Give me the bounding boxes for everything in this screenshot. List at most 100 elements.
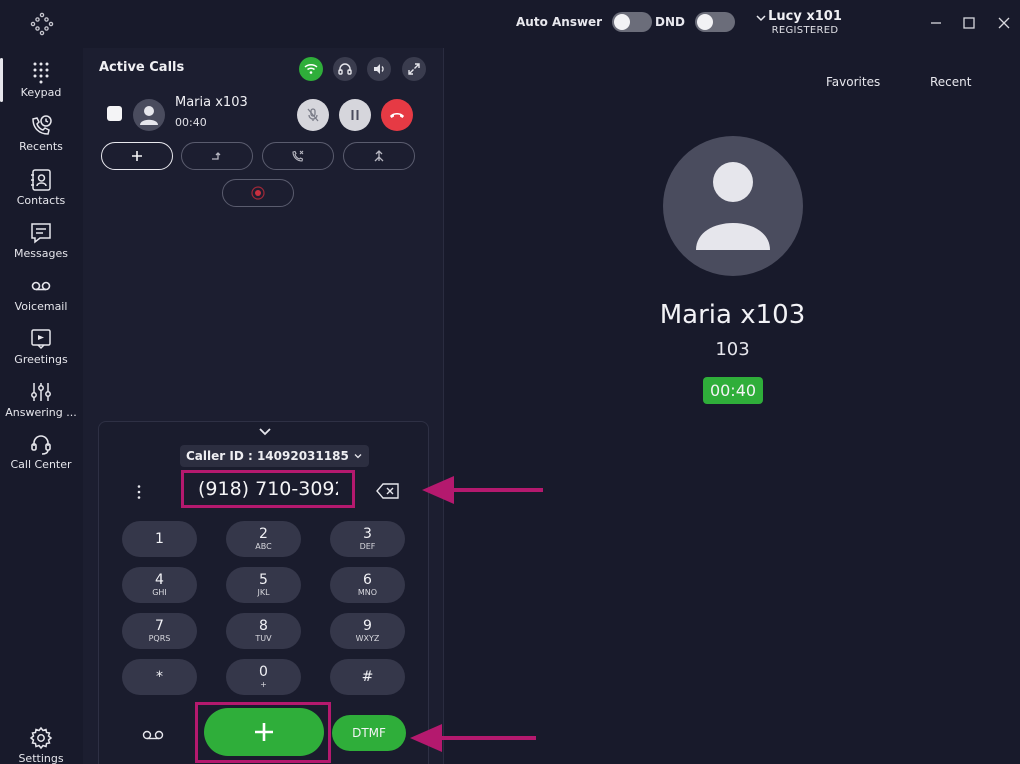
caller-id-select[interactable]: Caller ID : 14092031185 xyxy=(180,445,369,467)
nav-item-settings[interactable]: Settings xyxy=(0,726,82,764)
merge-icon xyxy=(374,150,384,162)
gear-icon xyxy=(29,726,53,750)
auto-answer-toggle[interactable] xyxy=(612,12,653,32)
plus-icon xyxy=(132,151,142,161)
dialer-panel: Caller ID : 14092031185 1 2ABC 3DEF 4GHI… xyxy=(98,421,429,764)
record-button[interactable] xyxy=(222,179,294,207)
chevron-down-icon xyxy=(354,454,362,459)
volume-button[interactable] xyxy=(367,57,391,81)
user-name: Lucy x101 xyxy=(768,9,842,24)
more-options-icon[interactable] xyxy=(136,484,142,500)
contact-name: Maria x103 xyxy=(659,300,806,330)
dial-number-input[interactable] xyxy=(181,470,355,508)
headphones-icon xyxy=(338,63,352,75)
nav-label: Answering ... xyxy=(5,406,77,419)
auto-answer-label: Auto Answer xyxy=(516,15,603,29)
nav-item-answering-rules[interactable]: Answering ... xyxy=(0,380,82,419)
nav-label: Keypad xyxy=(20,86,62,99)
mute-button[interactable] xyxy=(297,99,329,131)
network-status-button[interactable] xyxy=(299,57,323,81)
nav-item-recents[interactable]: Recents xyxy=(0,114,82,153)
tab-favorites[interactable]: Favorites xyxy=(826,75,880,89)
nav-label: Call Center xyxy=(10,458,72,471)
expand-icon xyxy=(408,63,420,75)
key-6[interactable]: 6 MNO xyxy=(330,567,405,603)
audio-device-button[interactable] xyxy=(333,57,357,81)
record-icon xyxy=(251,186,265,200)
merge-call-button[interactable] xyxy=(343,142,415,170)
close-icon[interactable] xyxy=(995,14,1013,32)
hangup-button[interactable] xyxy=(381,99,413,131)
nav-item-call-center[interactable]: Call Center xyxy=(0,432,82,471)
call-duration: 00:40 xyxy=(175,116,207,129)
key-8[interactable]: 8 TUV xyxy=(226,613,301,649)
call-detail-panel: Favorites Recent Maria x103 103 00:40 xyxy=(445,48,1020,764)
arrow-left-icon xyxy=(422,476,543,504)
contact-extension: 103 xyxy=(715,339,750,360)
key-3[interactable]: 3 DEF xyxy=(330,521,405,557)
call-timer: 00:40 xyxy=(703,377,763,404)
recents-icon xyxy=(32,115,52,135)
key-2[interactable]: 2 ABC xyxy=(226,521,301,557)
expand-button[interactable] xyxy=(402,57,426,81)
dnd-label: DND xyxy=(655,15,685,29)
avatar xyxy=(133,99,165,131)
key-1[interactable]: 1 xyxy=(122,521,197,557)
nav-item-greetings[interactable]: Greetings xyxy=(0,327,82,366)
nav-label: Greetings xyxy=(14,353,68,366)
nav-label: Messages xyxy=(14,247,68,260)
call-select-checkbox[interactable] xyxy=(107,106,122,121)
auto-answer-group: Auto Answer xyxy=(516,12,653,32)
backspace-icon[interactable] xyxy=(376,482,400,500)
key-5[interactable]: 5 JKL xyxy=(226,567,301,603)
nav-item-voicemail[interactable]: Voicemail xyxy=(0,274,82,313)
key-star[interactable]: * xyxy=(122,659,197,695)
tab-recent[interactable]: Recent xyxy=(930,75,971,89)
active-calls-panel: Active Calls Maria x103 00:40 Caller ID … xyxy=(83,48,444,764)
person-icon xyxy=(140,106,158,125)
key-7[interactable]: 7 PQRS xyxy=(122,613,197,649)
title-bar: Auto Answer DND Lucy x101 REGISTERED xyxy=(0,0,1020,48)
minimize-icon[interactable] xyxy=(927,14,945,32)
user-account-menu[interactable]: Lucy x101 REGISTERED xyxy=(756,9,850,36)
key-4[interactable]: 4 GHI xyxy=(122,567,197,603)
voicemail-icon[interactable] xyxy=(141,729,165,741)
left-navigation: Keypad Recents Contacts Messages Voicema… xyxy=(0,48,82,764)
wifi-icon xyxy=(304,63,318,74)
app-logo-icon xyxy=(30,12,54,36)
nav-item-messages[interactable]: Messages xyxy=(0,221,82,260)
add-call-button[interactable] xyxy=(204,708,324,756)
hold-button[interactable] xyxy=(339,99,371,131)
phone-hangup-icon xyxy=(390,113,404,118)
voicemail-icon xyxy=(31,281,51,291)
dtmf-button[interactable]: DTMF xyxy=(332,715,406,751)
nav-label: Recents xyxy=(19,140,63,153)
nav-label: Settings xyxy=(18,752,64,764)
plus-icon xyxy=(255,723,273,741)
caller-id-value: Caller ID : 14092031185 xyxy=(186,449,349,463)
key-hash[interactable]: # xyxy=(330,659,405,695)
transfer-icon xyxy=(212,152,221,160)
pause-icon xyxy=(351,110,359,120)
contact-avatar xyxy=(663,136,803,276)
person-icon xyxy=(696,162,770,250)
nav-item-keypad[interactable]: Keypad xyxy=(0,60,82,99)
maximize-icon[interactable] xyxy=(960,14,978,32)
nav-label: Voicemail xyxy=(14,300,68,313)
call-contact-name: Maria x103 xyxy=(175,95,248,110)
registration-status: REGISTERED xyxy=(771,25,839,36)
keypad-icon xyxy=(33,62,49,84)
nav-label: Contacts xyxy=(16,194,66,207)
key-9[interactable]: 9 WXYZ xyxy=(330,613,405,649)
nav-item-contacts[interactable]: Contacts xyxy=(0,168,82,207)
attended-transfer-button[interactable] xyxy=(262,142,334,170)
dnd-toggle[interactable] xyxy=(694,12,735,32)
key-0[interactable]: 0 + xyxy=(226,659,301,695)
answering-rules-icon xyxy=(31,383,51,401)
transfer-button[interactable] xyxy=(181,142,253,170)
add-call-pill-button[interactable] xyxy=(101,142,173,170)
contacts-icon xyxy=(31,169,51,191)
active-calls-title: Active Calls xyxy=(99,60,185,75)
chevron-down-icon[interactable] xyxy=(257,426,273,438)
speaker-icon xyxy=(374,64,384,74)
